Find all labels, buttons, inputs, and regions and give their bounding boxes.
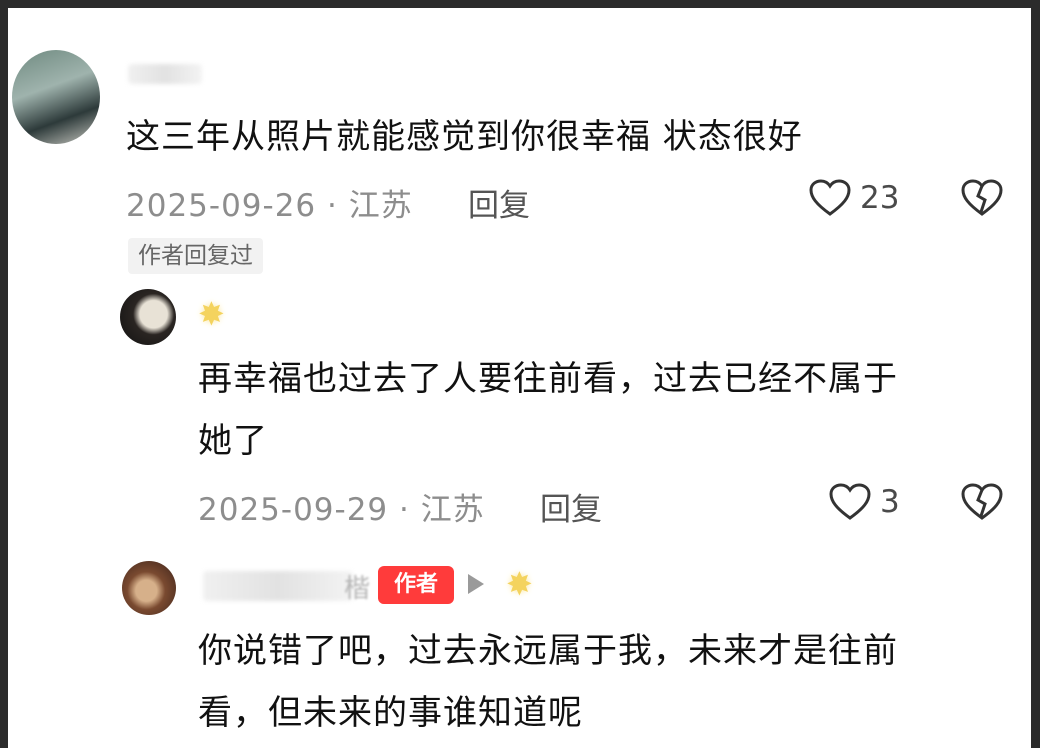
comment-meta: 2025-09-29 · 江苏: [198, 492, 485, 528]
comment-meta: 2025-09-26 · 江苏: [126, 188, 413, 224]
author-replied-badge: 作者回复过: [128, 238, 263, 274]
dislike-icon[interactable]: [960, 482, 1004, 522]
comment-text-line2: 她了: [198, 421, 268, 461]
username-blurred-tail: 楷: [344, 574, 371, 604]
comment-text-line1: 你说错了吧，过去永远属于我，未来才是往前: [198, 631, 898, 671]
comment-text-line2: 看，但未来的事谁知道呢: [198, 693, 583, 733]
comment-text: 这三年从照片就能感觉到你很幸福 状态很好: [126, 117, 803, 157]
reply-button[interactable]: 回复: [468, 180, 530, 225]
like-icon[interactable]: [828, 482, 872, 522]
author-badge: 作者: [378, 566, 454, 604]
dislike-icon[interactable]: [960, 178, 1004, 218]
like-count: 23: [860, 180, 900, 216]
username-blurred[interactable]: [128, 64, 202, 84]
star-icon: ✸: [506, 565, 533, 603]
like-count: 3: [880, 484, 900, 520]
like-icon[interactable]: [808, 178, 852, 218]
comment-text-line1: 再幸福也过去了人要往前看，过去已经不属于: [198, 359, 898, 399]
star-icon: ✸: [198, 295, 225, 333]
avatar[interactable]: [122, 561, 176, 615]
avatar[interactable]: [12, 50, 100, 144]
reply-button[interactable]: 回复: [540, 484, 602, 529]
play-triangle-icon: [468, 574, 484, 594]
avatar[interactable]: [120, 289, 176, 345]
username-blurred[interactable]: [203, 571, 353, 601]
